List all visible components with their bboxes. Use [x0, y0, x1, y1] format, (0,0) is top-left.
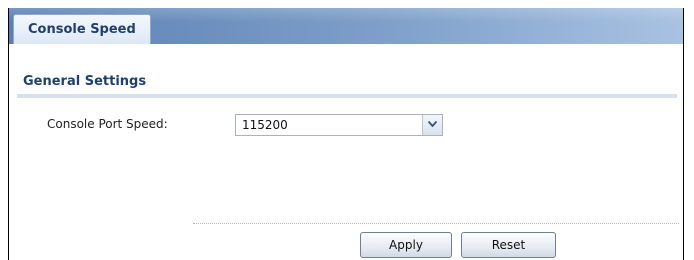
tab-console-speed[interactable]: Console Speed: [13, 14, 151, 44]
footer-divider: [193, 223, 679, 224]
apply-button[interactable]: Apply: [360, 232, 452, 258]
dropdown-button[interactable]: [422, 115, 442, 135]
section-divider: [17, 94, 677, 98]
console-port-speed-select[interactable]: 115200: [235, 114, 443, 136]
figure-caption-strip: [0, 0, 694, 8]
section-title: General Settings: [23, 74, 147, 89]
tab-label: Console Speed: [28, 22, 136, 37]
tab-bar: Console Speed: [9, 8, 683, 44]
chevron-down-icon: [428, 121, 437, 127]
settings-panel: Console Speed General Settings Console P…: [8, 8, 684, 260]
reset-button[interactable]: Reset: [461, 232, 556, 258]
console-port-speed-label: Console Port Speed:: [47, 117, 168, 131]
console-port-speed-value: 115200: [242, 118, 288, 132]
